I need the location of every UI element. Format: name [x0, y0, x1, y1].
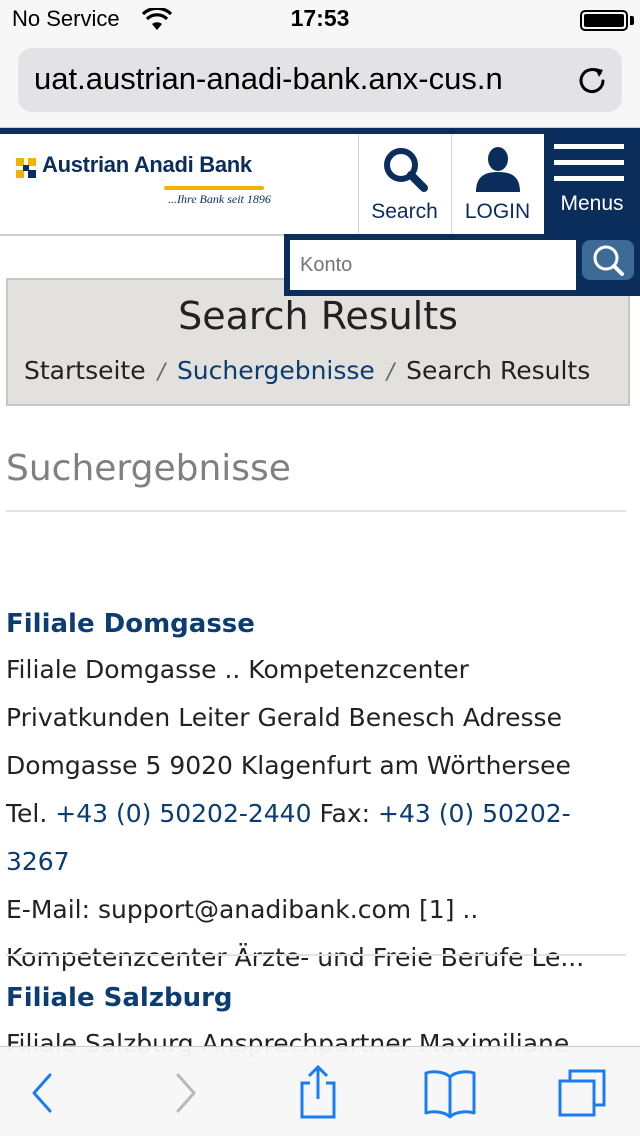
search-input[interactable]: [290, 240, 576, 290]
battery-icon: [580, 10, 628, 31]
header-search-label: Search: [371, 200, 438, 223]
logo-name: Austrian Anadi Bank: [42, 152, 252, 177]
logo-tagline: ...Ihre Bank seit 1896: [168, 192, 271, 206]
search-dropdown: [284, 234, 640, 296]
snippet-line: Domgasse 5 9020 Klagenfurt am Wörthersee: [6, 751, 571, 780]
browser-toolbar: [0, 1046, 640, 1136]
snippet-line-contact: Tel. +43 (0) 50202-2440 Fax: +43 (0) 502…: [6, 790, 630, 886]
result-title-link[interactable]: Filiale Salzburg: [6, 980, 630, 1016]
site-header: Austrian Anadi Bank ...Ihre Bank seit 18…: [0, 134, 640, 236]
header-menu-label: Menus: [560, 192, 624, 215]
results-title-box: Search Results Startseite / Suchergebnis…: [6, 278, 630, 406]
header-menu-button[interactable]: Menus: [544, 134, 640, 234]
url-text[interactable]: uat.austrian-anadi-bank.anx-cus.n: [34, 61, 564, 97]
search-submit-button[interactable]: [582, 240, 634, 280]
header-login-button[interactable]: LOGIN: [451, 134, 543, 234]
tabs-icon[interactable]: [552, 1065, 612, 1121]
clock: 17:53: [290, 5, 350, 31]
snippet-line: Kompetenzcenter Ärzte- und Freie Berufe …: [6, 943, 585, 972]
tel-link[interactable]: +43 (0) 50202-2440: [55, 799, 311, 828]
share-icon[interactable]: [288, 1065, 348, 1121]
search-box: [290, 240, 576, 290]
browser-address-area: uat.austrian-anadi-bank.anx-cus.n: [0, 40, 640, 128]
result-snippet: Filiale Domgasse .. Kompetenzcenter Priv…: [6, 646, 630, 982]
forward-icon[interactable]: [154, 1065, 214, 1121]
hamburger-icon: [554, 144, 624, 182]
battery-nub: [630, 16, 634, 25]
logo-mark-icon: [16, 158, 36, 178]
breadcrumb-suchergebnisse[interactable]: Suchergebnisse: [177, 356, 375, 385]
bank-logo[interactable]: Austrian Anadi Bank ...Ihre Bank seit 18…: [14, 152, 274, 222]
reload-icon[interactable]: [576, 64, 608, 96]
header-login-label: LOGIN: [464, 200, 531, 223]
divider: [6, 510, 626, 512]
fax-label: Fax:: [319, 799, 371, 828]
header-search-button[interactable]: Search: [358, 134, 450, 234]
tel-label: Tel.: [6, 799, 48, 828]
page-title: Search Results: [178, 294, 458, 338]
logo-swoosh: [164, 186, 264, 190]
status-bar: No Service 17:53: [0, 0, 640, 40]
address-bar[interactable]: uat.austrian-anadi-bank.anx-cus.n: [18, 48, 622, 112]
divider: [6, 954, 626, 956]
snippet-line: Privatkunden Leiter Gerald Benesch Adres…: [6, 703, 562, 732]
search-submit-icon: [593, 245, 624, 276]
breadcrumb-current: Search Results: [406, 356, 591, 385]
section-heading: Suchergebnisse: [6, 448, 291, 489]
back-icon[interactable]: [14, 1065, 74, 1121]
breadcrumb-home[interactable]: Startseite: [24, 356, 146, 385]
breadcrumb-separator: /: [157, 360, 165, 385]
snippet-line: E-Mail: support@anadibank.com [1] ..: [6, 895, 479, 924]
search-result: Filiale Domgasse Filiale Domgasse .. Kom…: [6, 606, 630, 982]
snippet-line: Filiale Domgasse .. Kompetenzcenter: [6, 655, 469, 684]
breadcrumb-separator: /: [386, 360, 395, 385]
result-title-link[interactable]: Filiale Domgasse: [6, 606, 630, 642]
search-icon: [384, 148, 428, 192]
bookmarks-icon[interactable]: [420, 1065, 480, 1121]
breadcrumb: Startseite / Suchergebnisse / Search Res…: [24, 356, 590, 385]
user-icon: [476, 147, 520, 192]
